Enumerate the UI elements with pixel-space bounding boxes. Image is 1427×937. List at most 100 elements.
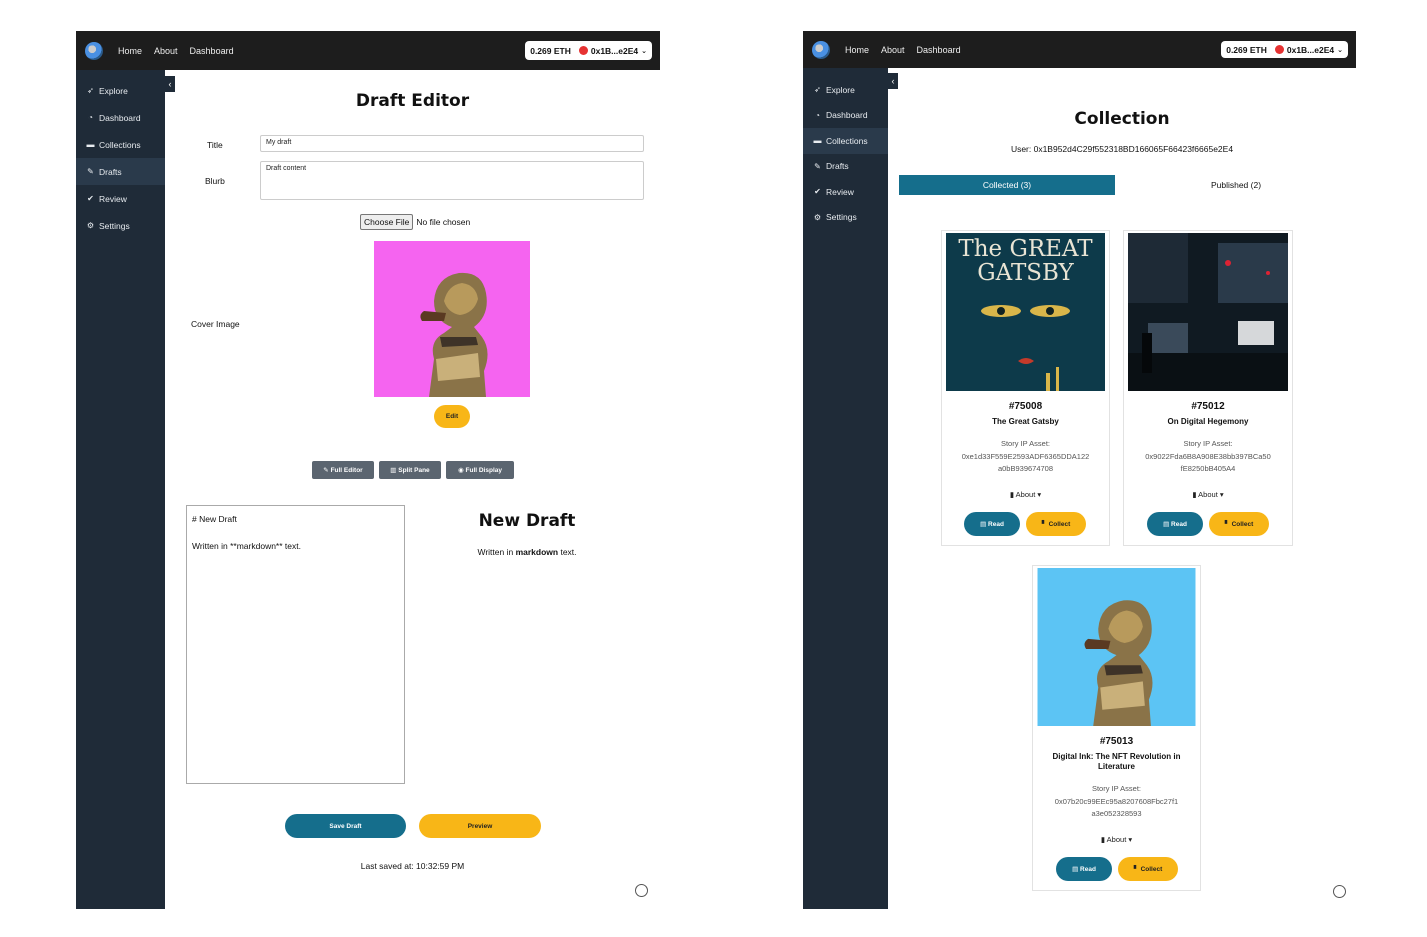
app-logo-icon[interactable] xyxy=(812,40,830,59)
blurb-label: Blurb xyxy=(205,176,225,186)
chat-assistant-icon[interactable] xyxy=(1333,885,1346,898)
folder-icon: ▬ xyxy=(86,140,95,149)
sidebar-item-explore[interactable]: ➶ Explore xyxy=(76,77,165,104)
nav-home[interactable]: Home xyxy=(845,45,869,55)
sidebar-item-drafts[interactable]: ✎ Drafts xyxy=(76,158,165,185)
app-logo-icon[interactable] xyxy=(85,41,103,60)
preview-heading: New Draft xyxy=(478,511,576,531)
top-navbar: Home About Dashboard 0.269 ETH 0x1B...e2… xyxy=(803,31,1356,68)
rocket-icon: ➶ xyxy=(87,86,94,95)
tab-collected[interactable]: Collected (3) xyxy=(899,175,1115,195)
about-dropdown[interactable]: ▮ About ▾ xyxy=(1033,835,1200,844)
book-open-icon: ▤ xyxy=(1163,521,1172,528)
full-display-button[interactable]: ◉ Full Display xyxy=(446,461,514,479)
rocket-icon: ➶ xyxy=(814,85,821,95)
about-dropdown[interactable]: ▮ About ▾ xyxy=(1124,490,1292,499)
nav-about[interactable]: About xyxy=(154,46,178,56)
cover-sculpture-image xyxy=(1037,568,1196,726)
sidebar: ➶ Explore ◔ Dashboard ▬ Collections ✎ Drafts… xyxy=(76,70,165,909)
nav-dashboard[interactable]: Dashboard xyxy=(917,45,961,55)
caret-down-icon: ▾ xyxy=(1126,835,1133,844)
great-gatsby-cover: The GREAT GATSBY xyxy=(946,233,1105,391)
caret-down-icon: ▾ xyxy=(1217,490,1224,499)
sidebar-item-settings[interactable]: ⚙ Settings xyxy=(803,205,888,231)
folder-icon: ▬ xyxy=(813,136,822,146)
card-ip-asset: Story IP Asset: 0x07b20c99EEc95a8207608Fb… xyxy=(1054,784,1179,818)
nav-home[interactable]: Home xyxy=(118,46,142,56)
save-draft-button[interactable]: Save Draft xyxy=(285,814,406,838)
read-button[interactable]: ▤ Read xyxy=(1056,857,1112,881)
page-title: Draft Editor xyxy=(355,91,470,111)
file-picker: Choose File No file chosen xyxy=(360,214,470,230)
nav-dashboard[interactable]: Dashboard xyxy=(190,46,234,56)
cover-image-label: Cover Image xyxy=(191,319,240,329)
collect-button[interactable]: ▘ Collect xyxy=(1118,857,1178,881)
sidebar: ➶ Explore ◔ Dashboard ▬ Collections ✎ Drafts… xyxy=(803,68,888,909)
split-pane-button[interactable]: ▥ Split Pane xyxy=(379,461,441,479)
title-input[interactable]: My draft xyxy=(260,135,644,152)
collect-button[interactable]: ▘ Collect xyxy=(1026,512,1086,536)
gatsby-eyes-illustration xyxy=(981,305,1070,391)
title-label: Title xyxy=(207,140,223,150)
tab-published[interactable]: Published (2) xyxy=(1115,175,1356,195)
card-title: On Digital Hegemony xyxy=(1167,417,1249,426)
full-editor-button[interactable]: ✎ Full Editor xyxy=(312,461,374,479)
choose-file-button[interactable]: Choose File xyxy=(360,214,414,230)
gauge-icon: ◔ xyxy=(88,113,93,122)
sidebar-item-explore[interactable]: ➶ Explore xyxy=(803,77,888,103)
collection-window: Home About Dashboard 0.269 ETH 0x1B...e2… xyxy=(803,31,1356,909)
cover-sculpture-image xyxy=(374,241,530,397)
sidebar-item-collections[interactable]: ▬ Collections xyxy=(803,128,888,154)
markdown-editor[interactable]: # New Draft Written in **markdown** text… xyxy=(186,505,405,784)
nft-card-75012: #75012 On Digital Hegemony Story IP Asse… xyxy=(1123,230,1293,546)
preview-button[interactable]: Preview xyxy=(419,814,541,838)
top-navbar: Home About Dashboard 0.269 ETH 0x1B...e2… xyxy=(76,31,660,70)
last-saved-status: Last saved at: 10:32:59 PM xyxy=(360,861,465,871)
book-open-icon: ▤ xyxy=(980,521,989,528)
draft-editor-window: Home About Dashboard 0.269 ETH 0x1B...e2… xyxy=(76,31,660,909)
account-avatar-icon xyxy=(578,46,588,55)
read-button[interactable]: ▤ Read xyxy=(1147,512,1203,536)
collect-button[interactable]: ▘ Collect xyxy=(1209,512,1269,536)
blurb-textarea[interactable]: Draft content xyxy=(260,161,644,200)
chat-assistant-icon[interactable] xyxy=(635,884,648,897)
check-icon: ✔ xyxy=(814,187,821,197)
sidebar-item-drafts[interactable]: ✎ Drafts xyxy=(803,154,888,180)
cyber-city-image xyxy=(1128,233,1288,391)
edit-icon: ✎ xyxy=(323,467,331,474)
digital-ink-cover xyxy=(1037,568,1196,726)
chevron-left-icon: ‹ xyxy=(891,76,895,86)
wallet-dropdown[interactable]: 0.269 ETH 0x1B...e2E4 ⌄ xyxy=(1221,41,1348,58)
sidebar-item-collections[interactable]: ▬ Collections xyxy=(76,131,165,158)
eth-balance: 0.269 ETH xyxy=(1226,44,1267,55)
gear-icon: ⚙ xyxy=(86,221,95,230)
sidebar-item-settings[interactable]: ⚙ Settings xyxy=(76,212,165,239)
card-title: The Great Gatsby xyxy=(992,417,1059,426)
sidebar-collapse-button[interactable]: ‹ xyxy=(165,76,175,92)
about-dropdown[interactable]: ▮ About ▾ xyxy=(942,490,1109,499)
edit-cover-button[interactable]: Edit xyxy=(434,405,470,428)
bookmark-icon: ▘ xyxy=(1224,521,1232,528)
cover-image xyxy=(374,241,530,397)
file-status: No file chosen xyxy=(416,217,471,227)
sidebar-item-review[interactable]: ✔ Review xyxy=(76,185,165,212)
sidebar-collapse-button[interactable]: ‹ xyxy=(888,73,898,89)
read-button[interactable]: ▤ Read xyxy=(964,512,1020,536)
card-id: #75012 xyxy=(1191,401,1225,412)
wallet-dropdown[interactable]: 0.269 ETH 0x1B...e2E4 ⌄ xyxy=(525,41,652,60)
drafts-icon: ✎ xyxy=(814,161,821,171)
columns-icon: ▥ xyxy=(390,467,399,474)
eth-balance: 0.269 ETH xyxy=(530,45,571,56)
bookmark-icon: ▘ xyxy=(1133,866,1141,873)
page-title: Collection xyxy=(1074,109,1170,129)
sidebar-item-dashboard[interactable]: ◔ Dashboard xyxy=(76,104,165,131)
chevron-down-icon: ⌄ xyxy=(1337,46,1343,54)
sidebar-item-review[interactable]: ✔ Review xyxy=(803,179,888,205)
eye-icon: ◉ xyxy=(458,467,466,474)
nft-card-75013: #75013 Digital Ink: The NFT Revolution i… xyxy=(1032,565,1201,891)
nav-about[interactable]: About xyxy=(881,45,905,55)
preview-text: Written in markdown text. xyxy=(477,547,577,557)
sidebar-item-dashboard[interactable]: ◔ Dashboard xyxy=(803,103,888,129)
bookmark-icon: ▘ xyxy=(1041,521,1049,528)
user-address: User: 0x1B952d4C29f552318BD166065F66423f… xyxy=(1010,144,1234,154)
